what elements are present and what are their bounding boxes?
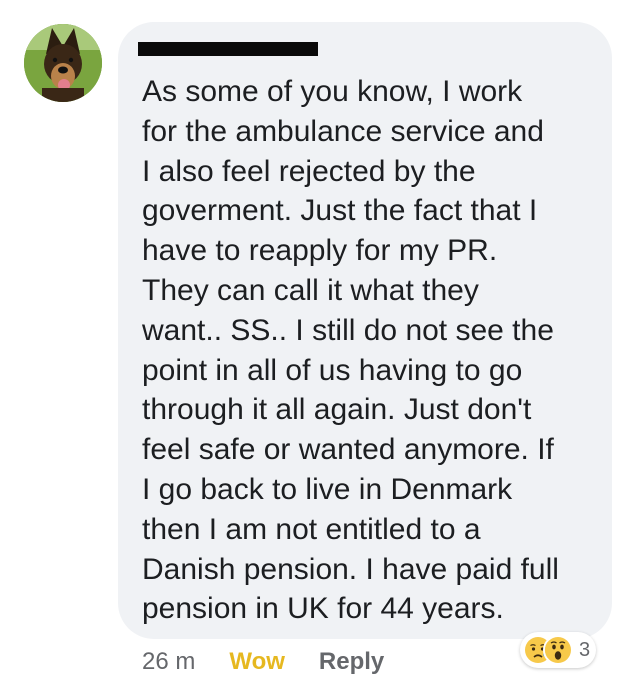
comment-line: Danish pension. I have paid full [142,552,559,586]
comment-view: As some of you know, I work for the ambu… [0,0,640,690]
author-name-redacted [138,42,318,56]
comment-line: for the ambulance service and [142,114,544,148]
comment-bubble: As some of you know, I work for the ambu… [118,22,612,639]
comment-timestamp[interactable]: 26 m [142,648,195,676]
comment-line: goverment. Just the fact that I [142,194,538,228]
german-shepherd-avatar-icon [24,24,102,102]
comment-line: pension in UK for 44 years. [142,592,504,626]
comment-line: through it all again. Just don't [142,393,532,427]
reply-button[interactable]: Reply [319,648,384,676]
comment-text: As some of you know, I work for the ambu… [142,72,602,629]
reaction-count: 3 [579,638,591,661]
wow-reaction-icon [543,635,573,665]
comment-line: I also feel rejected by the [142,154,476,188]
comment-line: They can call it what they [142,273,479,307]
wow-reaction-button[interactable]: Wow [229,648,285,676]
comment-line: I go back to live in Denmark [142,472,513,506]
comment-line: have to reapply for my PR. [142,234,498,268]
comment-line: feel safe or wanted anymore. If [142,433,554,467]
comment-line: point in all of us having to go [142,353,523,387]
commenter-avatar[interactable] [24,24,102,102]
comment-line: want.. SS.. I still do not see the [142,313,554,347]
reaction-summary[interactable]: 3 [520,632,597,668]
comment-line: then I am not entitled to a [142,512,481,546]
comment-line: As some of you know, I work [142,75,523,108]
comment-actions: 26 m Wow Reply [142,645,384,679]
